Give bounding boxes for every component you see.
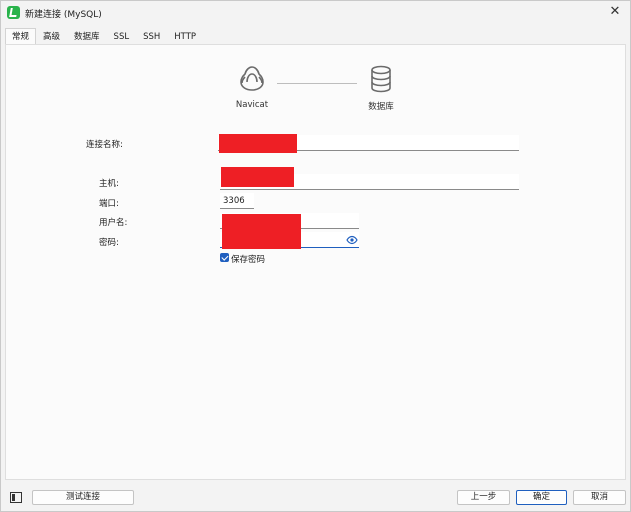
redaction-box: [219, 134, 297, 153]
show-password-eye-icon[interactable]: [346, 235, 358, 245]
save-password-label: 保存密码: [231, 255, 266, 265]
username-label: 用户名:: [99, 218, 128, 228]
test-connection-button[interactable]: 测试连接: [32, 490, 134, 505]
connection-line: [277, 83, 357, 84]
port-label: 端口:: [99, 199, 119, 209]
tab-http[interactable]: HTTP: [167, 28, 203, 44]
host-label: 主机:: [99, 179, 119, 189]
cancel-button[interactable]: 取消: [573, 490, 626, 505]
title-bar: 新建连接 (MySQL) ✕: [1, 1, 630, 25]
database-icon: [371, 65, 391, 93]
navicat-app-icon: [7, 6, 20, 19]
ok-button[interactable]: 确定: [516, 490, 567, 505]
tab-bar: 常规 高级 数据库 SSL SSH HTTP: [5, 28, 203, 44]
save-password-checkbox[interactable]: [220, 253, 229, 262]
tab-databases[interactable]: 数据库: [67, 28, 107, 44]
sidebar-toggle-icon[interactable]: [10, 492, 22, 503]
tab-ssh[interactable]: SSH: [136, 28, 167, 44]
database-label: 数据库: [368, 102, 394, 112]
back-button[interactable]: 上一步: [457, 490, 510, 505]
connection-name-label: 连接名称:: [86, 140, 123, 150]
tab-ssl[interactable]: SSL: [107, 28, 137, 44]
tab-advanced[interactable]: 高级: [36, 28, 67, 44]
close-button[interactable]: ✕: [608, 4, 622, 20]
client-label: Navicat: [235, 100, 269, 110]
password-label: 密码:: [99, 238, 119, 248]
redaction-box: [221, 167, 294, 187]
tab-general[interactable]: 常规: [5, 28, 37, 44]
window-title: 新建连接 (MySQL): [25, 10, 102, 20]
close-icon: ✕: [609, 4, 621, 19]
general-tab-panel: [5, 44, 626, 480]
port-input[interactable]: 3306: [220, 193, 254, 209]
new-connection-dialog: 新建连接 (MySQL) ✕ 常规 高级 数据库 SSL SSH HTTP Na…: [0, 0, 631, 512]
redaction-box: [222, 214, 301, 249]
navicat-client-icon: [240, 66, 264, 91]
